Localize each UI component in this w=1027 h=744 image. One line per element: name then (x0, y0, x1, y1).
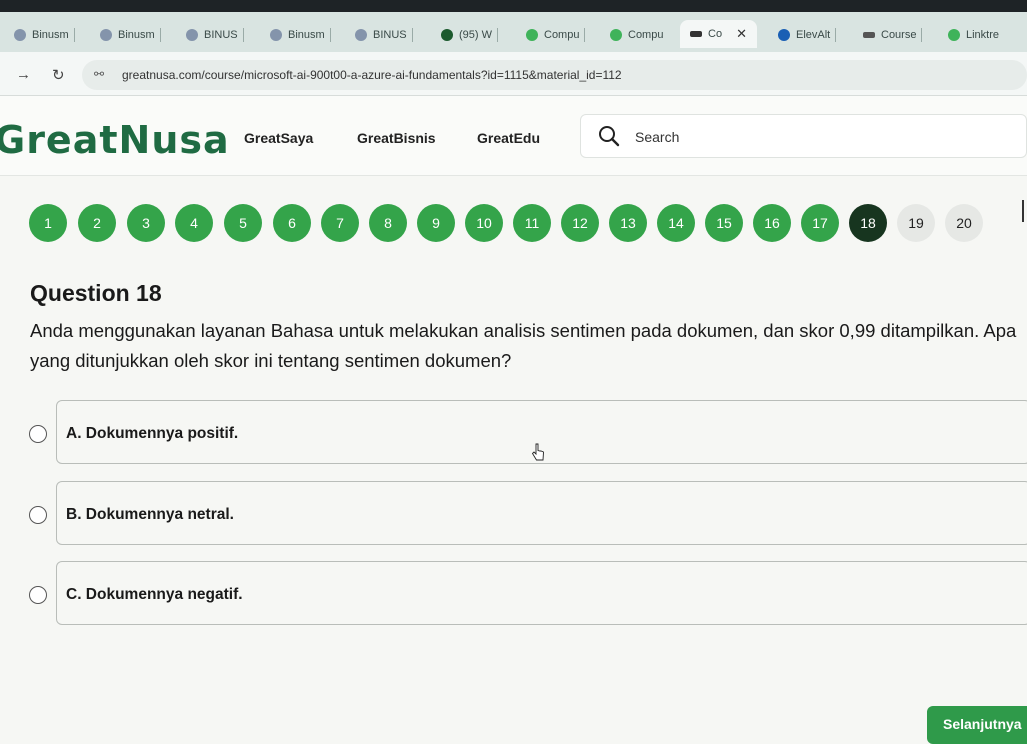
question-number-button[interactable]: 14 (657, 204, 695, 242)
browser-tab[interactable]: Compu (526, 24, 586, 46)
question-number-button[interactable]: 10 (465, 204, 503, 242)
linktree-icon (948, 29, 960, 41)
pager-edge-divider (1022, 200, 1024, 222)
answer-option[interactable]: B. Dokumennya netral. (28, 481, 1027, 545)
question-number-button[interactable]: 13 (609, 204, 647, 242)
question-title: Question 18 (30, 280, 162, 306)
greatnusa-logo[interactable]: GreatNusa (0, 118, 230, 162)
question-number-button[interactable]: 5 (224, 204, 262, 242)
url-text: greatnusa.com/course/microsoft-ai-900t00… (122, 68, 622, 82)
site-settings-icon[interactable]: ⚯ (94, 67, 104, 81)
question-number-button[interactable]: 9 (417, 204, 455, 242)
binus-icon (270, 29, 282, 41)
browser-tab[interactable]: ElevAlt (778, 24, 837, 46)
option-label: A. Dokumennya positif. (66, 425, 239, 442)
nav-greatedu[interactable]: GreatEdu (477, 130, 540, 146)
next-button[interactable]: Selanjutnya (927, 706, 1027, 744)
question-number-button[interactable]: 16 (753, 204, 791, 242)
binus-icon (355, 29, 367, 41)
binus-icon (186, 29, 198, 41)
question-number-button[interactable]: 8 (369, 204, 407, 242)
close-tab-icon[interactable]: ✕ (736, 26, 747, 42)
question-number-button[interactable]: 19 (897, 204, 935, 242)
question-text: Anda menggunakan layanan Bahasa untuk me… (30, 320, 1017, 371)
nav-greatsaya[interactable]: GreatSaya (244, 130, 313, 146)
question-number-button[interactable]: 1 (29, 204, 67, 242)
question-number-button[interactable]: 6 (273, 204, 311, 242)
browser-tab[interactable]: Course (863, 24, 923, 46)
browser-tab-active[interactable]: Co ✕ (680, 20, 757, 48)
nav-greatbisnis[interactable]: GreatBisnis (357, 130, 436, 146)
hand-cursor-icon (531, 443, 544, 461)
binus-icon (100, 29, 112, 41)
browser-tab[interactable]: Binusm (14, 24, 75, 46)
question-number-button[interactable]: 7 (321, 204, 359, 242)
address-bar: → ↻ ⚯ greatnusa.com/course/microsoft-ai-… (0, 52, 1027, 96)
browser-tab[interactable]: (95) W (441, 24, 498, 46)
compu-icon (526, 29, 538, 41)
question-pager: 1 2 3 4 5 6 7 8 9 10 11 12 13 14 15 16 1… (0, 198, 1027, 250)
browser-tab[interactable]: BINUS (186, 24, 244, 46)
question-number-button[interactable]: 20 (945, 204, 983, 242)
radio-button[interactable] (29, 586, 47, 604)
binus-icon (14, 29, 26, 41)
radio-button[interactable] (29, 506, 47, 524)
browser-tab[interactable]: Binusm (100, 24, 161, 46)
search-icon (599, 126, 620, 147)
search-box[interactable]: Search (580, 114, 1027, 158)
question-number-button[interactable]: 3 (127, 204, 165, 242)
greatnusa-icon (863, 32, 875, 38)
browser-tab[interactable]: Compu (610, 24, 663, 46)
compu-icon (610, 29, 622, 41)
cloud-icon (778, 29, 790, 41)
question-number-button-current[interactable]: 18 (849, 204, 887, 242)
option-label: C. Dokumennya negatif. (66, 586, 243, 603)
question-number-button[interactable]: 17 (801, 204, 839, 242)
url-field[interactable]: ⚯ greatnusa.com/course/microsoft-ai-900t… (82, 60, 1027, 90)
forward-icon[interactable]: → (16, 66, 31, 83)
option-label: B. Dokumennya netral. (66, 506, 234, 523)
question-number-button[interactable]: 12 (561, 204, 599, 242)
question-number-button[interactable]: 15 (705, 204, 743, 242)
answer-option[interactable]: C. Dokumennya negatif. (28, 561, 1027, 625)
browser-tab-bar: Binusm Binusm BINUS Binusm BINUS (95) W … (0, 0, 1027, 52)
browser-tab[interactable]: BINUS (355, 24, 413, 46)
browser-tab[interactable]: Binusm (270, 24, 331, 46)
browser-tab[interactable]: Linktre (948, 24, 999, 46)
greatnusa-icon (690, 31, 702, 37)
reload-icon[interactable]: ↻ (52, 66, 65, 84)
site-header: GreatNusa GreatSaya GreatBisnis GreatEdu… (0, 96, 1027, 176)
radio-button[interactable] (29, 425, 47, 443)
answer-option[interactable]: A. Dokumennya positif. (28, 400, 1027, 464)
question-number-button[interactable]: 4 (175, 204, 213, 242)
search-placeholder: Search (635, 129, 680, 145)
whatsapp-icon (441, 29, 453, 41)
question-number-button[interactable]: 11 (513, 204, 551, 242)
question-number-button[interactable]: 2 (78, 204, 116, 242)
